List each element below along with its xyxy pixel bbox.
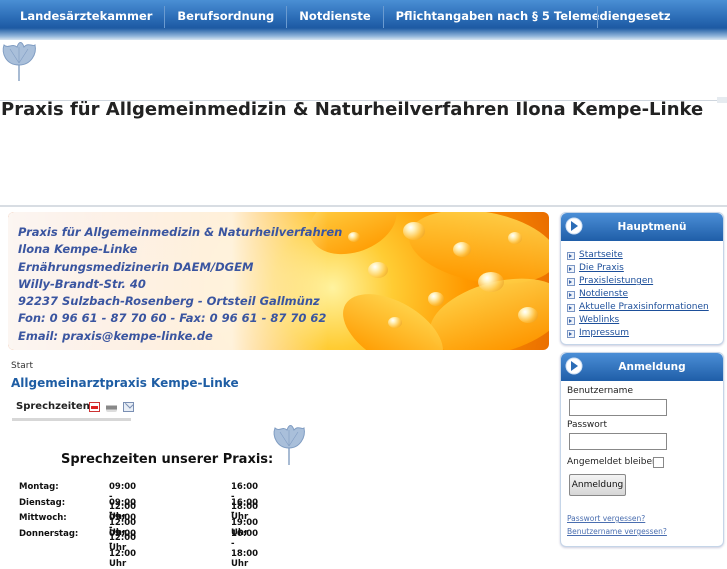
day-cell: Mittwoch: [19, 513, 67, 523]
ginkgo-logo-icon [2, 42, 36, 81]
banner-line: Fon: 0 96 61 - 87 70 60 - Fax: 0 96 61 -… [18, 311, 327, 326]
main-menu-list: Startseite Die Praxis Praxisleistungen N… [567, 249, 723, 340]
login-title: Anmeldung [618, 361, 686, 373]
main-menu-header: Hauptmenü [561, 213, 723, 241]
afternoon-hours-cell: 16:00 - 18:00 Uhr [231, 528, 259, 569]
main-menu-title: Hauptmenü [617, 221, 687, 233]
email-icon[interactable] [123, 402, 134, 412]
menu-item-notdienste[interactable]: Notdienste [567, 288, 723, 301]
banner-line: Praxis für Allgemeinmedizin & Naturheilv… [18, 225, 343, 239]
banner-line: Email: praxis@kempe-linke.de [18, 328, 213, 343]
menu-item-praxisleistungen[interactable]: Praxisleistungen [567, 275, 723, 288]
nav-item-notdienste[interactable]: Notdienste [287, 6, 384, 28]
bullet-arrow-icon [567, 303, 575, 312]
banner-line: 92237 Sulzbach-Rosenberg - Ortsteil Gall… [18, 294, 320, 309]
day-cell: Donnerstag: [19, 528, 79, 539]
day-cell: Montag: [19, 482, 59, 492]
menu-link[interactable]: Notdienste [579, 288, 628, 301]
bullet-arrow-icon [567, 264, 575, 273]
morning-hours-cell: 09:00 - 12:00 Uhr [109, 528, 137, 569]
sprechzeiten-label: Sprechzeiten: [16, 401, 94, 412]
menu-item-startseite[interactable]: Startseite [567, 249, 723, 262]
forgot-password-link[interactable]: Passwort vergessen? [567, 514, 645, 523]
remember-checkbox[interactable] [653, 457, 664, 468]
banner-line: Willy-Brandt-Str. 40 [18, 276, 146, 291]
login-button[interactable]: Anmeldung [569, 474, 626, 496]
article-title[interactable]: Allgemeinarztpraxis Kempe-Linke [11, 376, 239, 390]
day-cell: Dienstag: [19, 497, 66, 508]
remember-label: Angemeldet bleiben [567, 457, 658, 467]
forgot-username-link[interactable]: Benutzername vergessen? [567, 527, 667, 536]
breadcrumb: Start [11, 361, 33, 371]
ginkgo-leaf-icon [273, 425, 305, 465]
password-label: Passwort [567, 420, 608, 430]
password-input[interactable] [569, 433, 667, 450]
top-navigation: Landesärztekammer Berufsordnung Notdiens… [0, 6, 683, 28]
nav-item-landesaerztekammer[interactable]: Landesärztekammer [0, 6, 166, 28]
menu-item-die-praxis[interactable]: Die Praxis [567, 262, 723, 275]
nav-item-berufsordnung[interactable]: Berufsordnung [165, 6, 288, 28]
bullet-arrow-icon [567, 290, 575, 299]
menu-link[interactable]: Startseite [579, 249, 623, 262]
page-title: Praxis für Allgemeinmedizin & Naturheilv… [1, 99, 704, 120]
main-menu-box: Hauptmenü Startseite Die Praxis Praxisle… [560, 212, 724, 345]
banner-line: Ernährungsmedizinerin DAEM/DGEM [18, 259, 254, 274]
menu-item-impressum[interactable]: Impressum [567, 327, 723, 340]
banner-line: Ilona Kempe-Linke [18, 242, 138, 257]
bullet-arrow-icon [567, 329, 575, 338]
username-input[interactable] [569, 399, 667, 416]
header-banner: Praxis für Allgemeinmedizin & Naturheilv… [8, 212, 549, 350]
menu-link[interactable]: Aktuelle Praxisinformationen [579, 301, 709, 314]
menu-link[interactable]: Impressum [579, 327, 629, 340]
divider [12, 418, 131, 421]
menu-item-aktuelle-praxisinformationen[interactable]: Aktuelle Praxisinformationen [567, 301, 723, 314]
menu-link[interactable]: Praxisleistungen [579, 275, 653, 288]
nav-item-pflichtangaben[interactable]: Pflichtangaben nach § 5 Telemediengesetz [384, 6, 683, 28]
bullet-arrow-icon [567, 251, 575, 260]
bullet-arrow-icon [567, 316, 575, 325]
login-header: Anmeldung [561, 353, 723, 381]
nav-divider [597, 6, 598, 28]
menu-item-weblinks[interactable]: Weblinks [567, 314, 723, 327]
pdf-icon[interactable] [89, 402, 100, 412]
menu-link[interactable]: Weblinks [579, 314, 619, 327]
hours-heading: Sprechzeiten unserer Praxis: [61, 452, 274, 467]
article-actions [89, 402, 134, 412]
print-icon[interactable] [106, 402, 117, 412]
menu-link[interactable]: Die Praxis [579, 262, 624, 275]
bullet-arrow-icon [567, 277, 575, 286]
username-label: Benutzername [567, 386, 633, 396]
login-box: Anmeldung Benutzername Passwort Angemeld… [560, 352, 724, 547]
